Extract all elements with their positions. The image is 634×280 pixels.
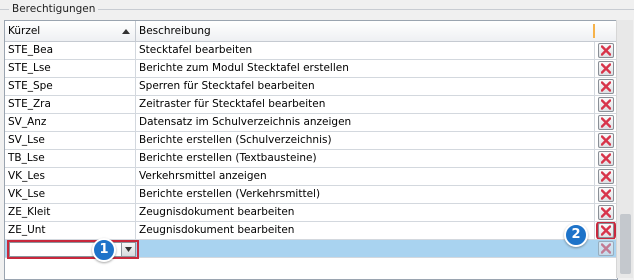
delete-cell: [595, 78, 617, 95]
beschreibung-cell[interactable]: Zeugnisdokument bearbeiten: [136, 204, 595, 221]
delete-button[interactable]: [598, 187, 614, 202]
table-row[interactable]: STE_Bea Stecktafel bearbeiten: [5, 42, 617, 60]
delete-cell: [595, 168, 617, 185]
kuerzel-cell[interactable]: ZE_Kleit: [5, 204, 136, 221]
grid-header: Kürzel Beschreibung: [5, 21, 617, 42]
close-icon: [601, 63, 611, 74]
beschreibung-cell[interactable]: Zeitraster für Stecktafel bearbeiten: [136, 96, 595, 113]
callout-badge-1: 1: [92, 238, 116, 262]
close-icon: [601, 153, 611, 164]
table-row[interactable]: VK_Les Verkehrsmittel anzeigen: [5, 168, 617, 186]
close-icon: [601, 189, 611, 200]
group-title: Berechtigungen: [9, 2, 99, 16]
delete-button[interactable]: [598, 205, 614, 220]
close-icon: [601, 243, 611, 254]
delete-button[interactable]: [598, 115, 614, 130]
column-header-kuerzel[interactable]: Kürzel: [5, 21, 136, 41]
delete-cell: [595, 204, 617, 221]
delete-button[interactable]: [598, 43, 614, 58]
delete-button[interactable]: [598, 133, 614, 148]
table-row[interactable]: ZE_Unt Zeugnisdokument bearbeiten: [5, 222, 617, 240]
delete-cell: [595, 96, 617, 113]
kuerzel-cell[interactable]: SV_Anz: [5, 114, 136, 131]
scrollbar-thumb[interactable]: [620, 214, 631, 274]
table-row[interactable]: SV_Lse Berichte erstellen (Schulverzeichn…: [5, 132, 617, 150]
delete-button[interactable]: [598, 61, 614, 76]
delete-cell: [595, 240, 617, 257]
close-icon: [601, 135, 611, 146]
delete-button[interactable]: [596, 222, 616, 239]
kuerzel-cell[interactable]: TB_Lse: [5, 150, 136, 167]
beschreibung-cell[interactable]: Datensatz im Schulverzeichnis anzeigen: [136, 114, 595, 131]
close-icon: [601, 117, 611, 128]
beschreibung-cell[interactable]: Sperren für Stecktafel bearbeiten: [136, 78, 595, 95]
delete-cell: [595, 150, 617, 167]
delete-button[interactable]: [598, 151, 614, 166]
table-row[interactable]: VK_Lse Berichte erstellen (Verkehrsmittel…: [5, 186, 617, 204]
beschreibung-cell[interactable]: Verkehrsmittel anzeigen: [136, 168, 595, 185]
beschreibung-cell[interactable]: Berichte erstellen (Schulverzeichnis): [136, 132, 595, 149]
close-icon: [601, 99, 611, 110]
column-header-beschreibung-label: Beschreibung: [139, 25, 211, 37]
table-row[interactable]: SV_Anz Datensatz im Schulverzeichnis anze…: [5, 114, 617, 132]
delete-cell: [595, 186, 617, 203]
kuerzel-cell[interactable]: STE_Zra: [5, 96, 136, 113]
kuerzel-cell[interactable]: STE_Lse: [5, 60, 136, 77]
highlight-frame: [7, 240, 139, 259]
column-resize-handle[interactable]: [593, 24, 595, 38]
kuerzel-cell[interactable]: VK_Les: [5, 168, 136, 185]
beschreibung-cell[interactable]: Stecktafel bearbeiten: [136, 42, 595, 59]
kuerzel-cell[interactable]: SV_Lse: [5, 132, 136, 149]
kuerzel-cell[interactable]: STE_Bea: [5, 42, 136, 59]
vertical-scrollbar[interactable]: [616, 20, 633, 278]
beschreibung-cell[interactable]: Berichte erstellen (Verkehrsmittel): [136, 186, 595, 203]
column-header-kuerzel-label: Kürzel: [8, 25, 41, 37]
table-row[interactable]: ZE_Kleit Zeugnisdokument bearbeiten: [5, 204, 617, 222]
callout-badge-2: 2: [564, 223, 588, 247]
table-row[interactable]: TB_Lse Berichte erstellen (Textbausteine): [5, 150, 617, 168]
delete-button[interactable]: [598, 169, 614, 184]
delete-cell: [595, 222, 617, 239]
kuerzel-cell[interactable]: ZE_Unt: [5, 222, 136, 239]
table-row[interactable]: STE_Zra Zeitraster für Stecktafel bearbei…: [5, 96, 617, 114]
table-row[interactable]: STE_Spe Sperren für Stecktafel bearbeiten: [5, 78, 617, 96]
column-header-beschreibung[interactable]: Beschreibung: [136, 21, 595, 41]
table-row[interactable]: STE_Lse Berichte zum Modul Stecktafel ers…: [5, 60, 617, 78]
beschreibung-cell[interactable]: Zeugnisdokument bearbeiten: [136, 222, 595, 239]
sort-ascending-icon: [122, 29, 130, 34]
close-icon: [601, 171, 611, 182]
delete-button[interactable]: [598, 241, 614, 256]
delete-cell: [595, 42, 617, 59]
delete-button[interactable]: [598, 79, 614, 94]
delete-cell: [595, 114, 617, 131]
delete-cell: [595, 60, 617, 77]
close-icon: [601, 81, 611, 92]
delete-cell: [595, 132, 617, 149]
close-icon: [601, 207, 611, 218]
delete-button[interactable]: [598, 97, 614, 112]
kuerzel-cell[interactable]: VK_Lse: [5, 186, 136, 203]
beschreibung-cell[interactable]: Berichte erstellen (Textbausteine): [136, 150, 595, 167]
beschreibung-cell[interactable]: Berichte zum Modul Stecktafel erstellen: [136, 60, 595, 77]
kuerzel-cell[interactable]: STE_Spe: [5, 78, 136, 95]
close-icon: [601, 45, 611, 56]
close-icon: [601, 225, 611, 236]
